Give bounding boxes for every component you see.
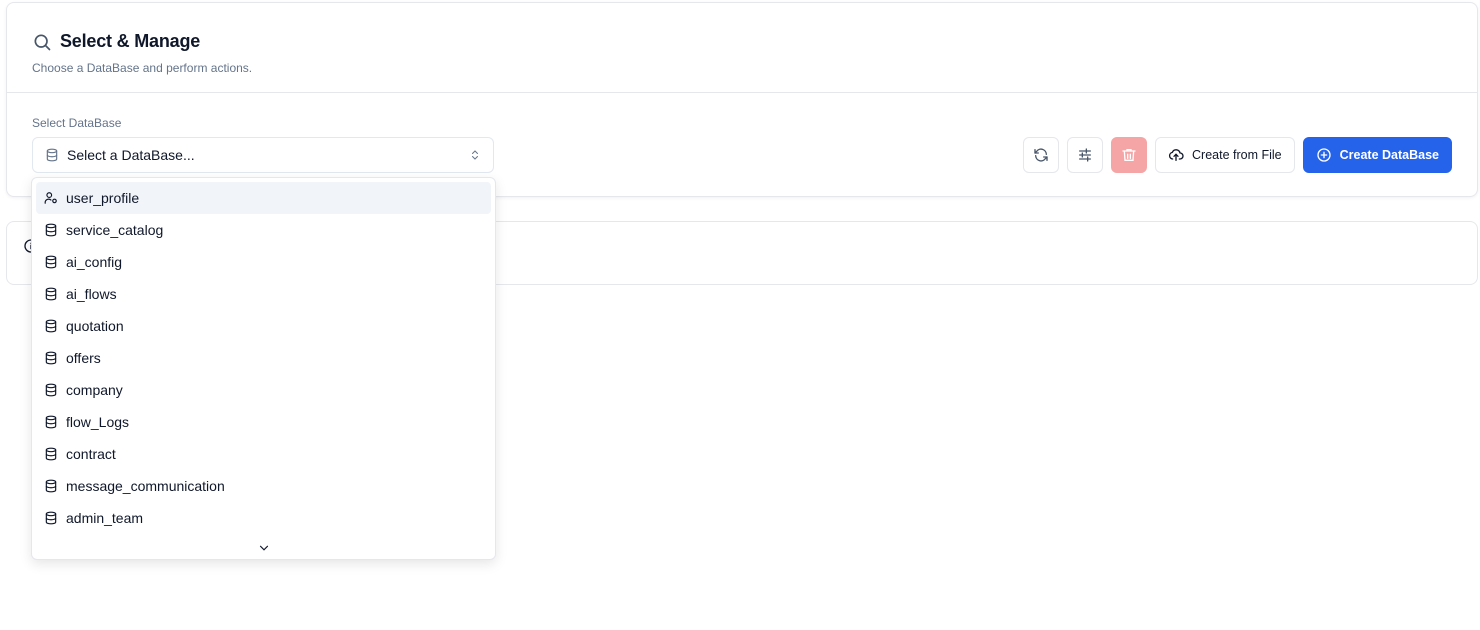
user-cog-icon bbox=[44, 191, 58, 205]
database-icon bbox=[44, 415, 58, 429]
select-placeholder: Select a DataBase... bbox=[67, 147, 195, 163]
dropdown-option[interactable]: user_profile bbox=[36, 182, 491, 214]
sliders-icon bbox=[1077, 147, 1093, 163]
dropdown-option[interactable]: quotation bbox=[36, 310, 491, 342]
dropdown-option[interactable]: flow_Logs bbox=[36, 406, 491, 438]
dropdown-option[interactable]: service_catalog bbox=[36, 214, 491, 246]
database-icon bbox=[44, 383, 58, 397]
database-dropdown: user_profile service_catalog ai_config a… bbox=[31, 177, 496, 560]
option-label: user_profile bbox=[66, 190, 140, 206]
option-label: offers bbox=[66, 350, 101, 366]
option-label: admin_team bbox=[66, 510, 144, 526]
option-label: contract bbox=[66, 446, 116, 462]
option-label: quotation bbox=[66, 318, 124, 334]
delete-button[interactable] bbox=[1111, 137, 1148, 173]
select-manage-card: Select & Manage Choose a DataBase and pe… bbox=[6, 2, 1478, 197]
database-select[interactable]: Select a DataBase... bbox=[32, 137, 494, 173]
dropdown-option[interactable]: contract bbox=[36, 438, 491, 470]
database-icon bbox=[44, 447, 58, 461]
database-icon bbox=[45, 148, 59, 162]
option-label: company bbox=[66, 382, 123, 398]
settings-button[interactable] bbox=[1067, 137, 1104, 173]
page-subtitle: Choose a DataBase and perform actions. bbox=[32, 61, 253, 75]
refresh-icon bbox=[1033, 147, 1049, 163]
option-label: flow_Logs bbox=[66, 414, 130, 430]
chevrons-up-down-icon bbox=[469, 149, 481, 161]
page-title: Select & Manage bbox=[60, 31, 201, 51]
select-database-label: Select DataBase bbox=[32, 116, 122, 130]
create-database-label: Create DataBase bbox=[1339, 148, 1439, 162]
action-toolbar: Create from File Create DataBase bbox=[1023, 137, 1452, 173]
option-label: service_catalog bbox=[66, 222, 164, 238]
dropdown-option[interactable]: message_communication bbox=[36, 470, 491, 502]
create-from-file-button[interactable]: Create from File bbox=[1155, 137, 1295, 173]
database-icon bbox=[44, 255, 58, 269]
dropdown-option[interactable]: ai_config bbox=[36, 246, 491, 278]
database-icon bbox=[44, 287, 58, 301]
trash-icon bbox=[1121, 147, 1137, 163]
option-label: ai_config bbox=[66, 254, 123, 270]
title-row: Select & Manage bbox=[32, 31, 200, 52]
database-icon bbox=[44, 479, 58, 493]
scroll-down-button[interactable] bbox=[36, 534, 491, 562]
dropdown-option[interactable]: ai_flows bbox=[36, 278, 491, 310]
dropdown-option[interactable]: admin_team bbox=[36, 502, 491, 534]
card-header: Select & Manage Choose a DataBase and pe… bbox=[7, 3, 1477, 93]
option-label: message_communication bbox=[66, 478, 225, 494]
dropdown-option[interactable]: company bbox=[36, 374, 491, 406]
create-from-file-label: Create from File bbox=[1192, 148, 1282, 162]
plus-circle-icon bbox=[1316, 147, 1332, 163]
chevron-down-icon bbox=[257, 541, 271, 555]
database-icon bbox=[44, 351, 58, 365]
refresh-button[interactable] bbox=[1023, 137, 1060, 173]
cloud-upload-icon bbox=[1168, 147, 1184, 163]
create-database-button[interactable]: Create DataBase bbox=[1302, 137, 1452, 173]
database-icon bbox=[44, 319, 58, 333]
database-icon bbox=[44, 223, 58, 237]
search-icon bbox=[32, 32, 52, 52]
option-label: ai_flows bbox=[66, 286, 117, 302]
dropdown-option[interactable]: offers bbox=[36, 342, 491, 374]
database-icon bbox=[44, 511, 58, 525]
